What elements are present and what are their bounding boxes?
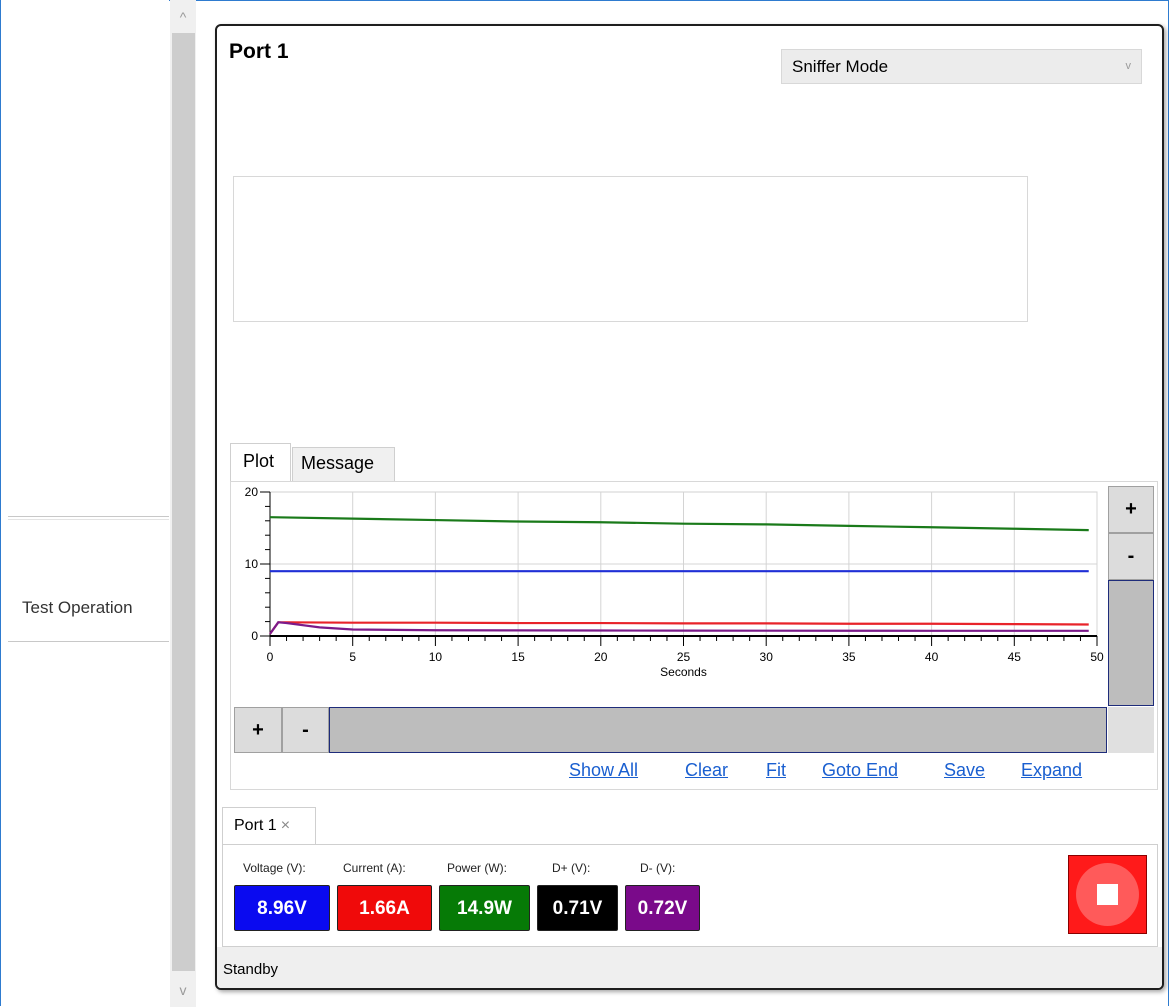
x-scroll-thumb[interactable] — [329, 707, 1107, 753]
current-label: Current (A): — [343, 861, 406, 875]
line-chart: 0 5 10 15 20 25 30 35 40 45 50 0 10 20 Seconds — [245, 485, 1104, 679]
expand-link[interactable]: Expand — [1021, 760, 1082, 781]
fit-link[interactable]: Fit — [766, 760, 786, 781]
left-panel — [1, 0, 169, 1007]
mode-select-value: Sniffer Mode — [792, 57, 889, 76]
x-tick-label: 25 — [677, 650, 691, 664]
tab-message[interactable]: Message — [292, 447, 395, 482]
dplus-value: 0.71V — [537, 885, 618, 931]
y-zoom-out-button[interactable]: - — [1108, 533, 1154, 580]
y-tick-label: 0 — [251, 629, 258, 643]
voltage-value: 8.96V — [234, 885, 330, 931]
y-scroll-thumb[interactable] — [1108, 580, 1154, 706]
scroll-down-arrow-icon[interactable]: v — [170, 975, 196, 1005]
chevron-down-icon: v — [1125, 60, 1132, 72]
stop-button[interactable] — [1068, 855, 1147, 934]
y-tick-label: 20 — [245, 485, 259, 499]
scroll-corner — [1108, 707, 1154, 753]
divider — [8, 519, 169, 520]
dminus-value: 0.72V — [625, 885, 700, 931]
goto-end-link[interactable]: Goto End — [822, 760, 898, 781]
y-tick-label: 10 — [245, 557, 259, 571]
tab-plot[interactable]: Plot — [230, 443, 291, 482]
mode-select[interactable]: Sniffer Mode v — [781, 49, 1142, 84]
close-icon[interactable]: × — [281, 817, 290, 834]
status-bar: Standby — [217, 947, 1162, 988]
current-value: 1.66A — [337, 885, 432, 931]
show-all-link[interactable]: Show All — [569, 760, 638, 781]
dminus-label: D- (V): — [640, 861, 676, 875]
power-label: Power (W): — [447, 861, 507, 875]
voltage-label: Voltage (V): — [243, 861, 306, 875]
x-zoom-in-button[interactable]: + — [234, 707, 282, 753]
x-tick-label: 45 — [1008, 650, 1022, 664]
x-tick-label: 35 — [842, 650, 856, 664]
info-box — [233, 176, 1028, 322]
dplus-label: D+ (V): — [552, 861, 591, 875]
x-tick-label: 0 — [267, 650, 274, 664]
save-link[interactable]: Save — [944, 760, 985, 781]
port-title: Port 1 — [229, 40, 289, 63]
x-axis-label: Seconds — [660, 665, 707, 679]
clear-link[interactable]: Clear — [685, 760, 728, 781]
scrollbar-thumb[interactable] — [172, 33, 195, 971]
x-tick-label: 20 — [594, 650, 608, 664]
test-operation-item[interactable]: Test Operation — [22, 598, 133, 618]
x-zoom-out-button[interactable]: - — [282, 707, 329, 753]
x-tick-label: 10 — [429, 650, 443, 664]
tab-port-1[interactable]: Port 1 × — [222, 807, 316, 845]
x-tick-label: 40 — [925, 650, 939, 664]
y-zoom-in-button[interactable]: + — [1108, 486, 1154, 533]
power-value: 14.9W — [439, 885, 530, 931]
x-tick-label: 5 — [349, 650, 356, 664]
divider — [8, 516, 169, 517]
x-tick-label: 50 — [1090, 650, 1104, 664]
status-text: Standby — [223, 961, 279, 978]
stop-icon — [1076, 863, 1139, 926]
x-tick-label: 30 — [760, 650, 774, 664]
divider — [8, 641, 169, 642]
tab-port-label: Port 1 — [234, 817, 277, 834]
x-tick-label: 15 — [511, 650, 525, 664]
scroll-up-arrow-icon[interactable]: ^ — [170, 2, 196, 32]
